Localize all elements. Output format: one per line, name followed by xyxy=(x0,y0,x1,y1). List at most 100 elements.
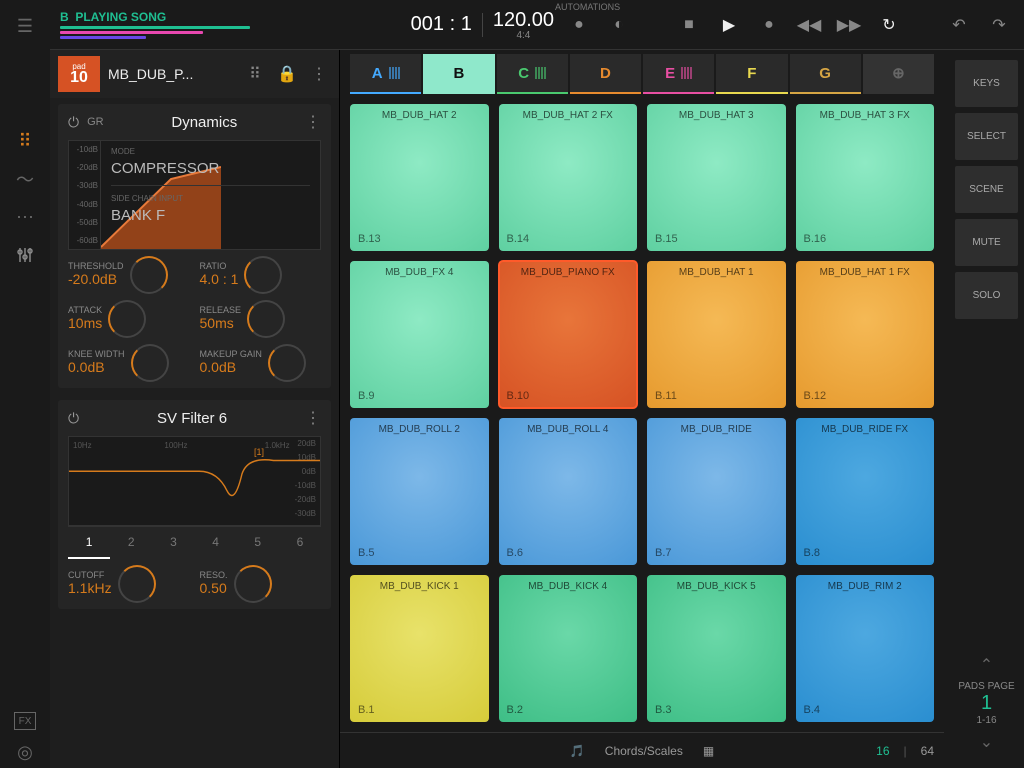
pad-name[interactable]: MB_DUB_P... xyxy=(108,66,235,82)
chords-button[interactable]: Chords/Scales xyxy=(605,744,683,758)
pad-B-11[interactable]: MB_DUB_HAT 1B.11 xyxy=(647,261,786,408)
lock-icon[interactable]: 🔒 xyxy=(275,64,299,84)
attack-knob[interactable] xyxy=(108,300,146,338)
scene-button[interactable]: SCENE xyxy=(955,166,1018,213)
gr-label: GR xyxy=(87,116,104,128)
filter-tab-1[interactable]: 1 xyxy=(68,527,110,559)
threshold-value: -20.0dB xyxy=(68,271,117,287)
pad-B-14[interactable]: MB_DUB_HAT 2 FXB.14 xyxy=(499,104,638,251)
filter-handle-label[interactable]: [1] xyxy=(254,447,264,457)
mode-value[interactable]: COMPRESSOR xyxy=(111,160,310,177)
loop-icon[interactable]: ↻ xyxy=(874,10,904,40)
mixer-icon[interactable] xyxy=(9,239,41,271)
menu-icon[interactable]: ☰ xyxy=(9,10,41,42)
dynamics-module: ⏻ GR Dynamics ⋮ -10dB-20dB-30dB-40dB-50d… xyxy=(58,104,331,388)
pads-view-icon[interactable]: ⠿ xyxy=(9,125,41,157)
fx-icon[interactable]: FX xyxy=(14,712,36,730)
play-icon[interactable]: ▶ xyxy=(714,10,744,40)
add-pattern-button[interactable]: ⊕ xyxy=(863,54,934,94)
settings-icon[interactable]: ◎ xyxy=(9,736,41,768)
automation-toggle-icon[interactable]: ◐ xyxy=(604,10,634,40)
count-active[interactable]: 16 xyxy=(876,744,889,758)
tuning-fork-icon[interactable]: 🎵 xyxy=(570,744,585,758)
pattern-tab-D[interactable]: D xyxy=(570,54,641,94)
pattern-tab-C[interactable]: C xyxy=(497,54,568,94)
pad-B-13[interactable]: MB_DUB_HAT 2B.13 xyxy=(350,104,489,251)
filter-tab-3[interactable]: 3 xyxy=(152,527,194,559)
filter-tab-6[interactable]: 6 xyxy=(279,527,321,559)
dynamics-graph[interactable]: -10dB-20dB-30dB-40dB-50dB-60dB MODE COMP… xyxy=(68,140,321,250)
more-icon[interactable]: ⋮ xyxy=(305,112,321,132)
mode-label: MODE xyxy=(111,147,310,156)
pad-B-12[interactable]: MB_DUB_HAT 1 FXB.12 xyxy=(796,261,935,408)
waveform-icon[interactable]: 〜 xyxy=(9,163,41,195)
record-arm-icon[interactable]: ● xyxy=(564,10,594,40)
keyboard-icon[interactable]: ▦ xyxy=(703,744,714,758)
pad-B-3[interactable]: MB_DUB_KICK 5B.3 xyxy=(647,575,786,722)
filter-graph[interactable]: 10Hz 100Hz 1.0kHz 20dB 10dB 0dB -10dB -2… xyxy=(68,436,321,526)
grid-icon[interactable]: ⠿ xyxy=(243,64,267,84)
dynamics-title: Dynamics xyxy=(112,114,297,131)
threshold-knob[interactable] xyxy=(130,256,168,294)
pattern-tab-B[interactable]: B xyxy=(423,54,494,94)
pad-B-16[interactable]: MB_DUB_HAT 3 FXB.16 xyxy=(796,104,935,251)
filter-tab-4[interactable]: 4 xyxy=(195,527,237,559)
redo-icon[interactable]: ↷ xyxy=(984,10,1014,40)
pad-B-1[interactable]: MB_DUB_KICK 1B.1 xyxy=(350,575,489,722)
pad-B-8[interactable]: MB_DUB_RIDE FXB.8 xyxy=(796,418,935,565)
pattern-tabs: ABCDEFG⊕ xyxy=(340,50,944,94)
count-total[interactable]: 64 xyxy=(921,744,934,758)
pattern-tab-F[interactable]: F xyxy=(716,54,787,94)
forward-icon[interactable]: ▶▶ xyxy=(834,10,864,40)
pad-number-badge[interactable]: pad 10 xyxy=(58,56,100,92)
cutoff-knob[interactable] xyxy=(118,565,156,603)
song-position[interactable]: 001 : 1 xyxy=(411,13,472,36)
left-rail: ☰ ⠿ 〜 ⋯ FX ◎ xyxy=(0,0,50,768)
pads-page-range: 1-16 xyxy=(955,715,1018,726)
pattern-tab-E[interactable]: E xyxy=(643,54,714,94)
sidechain-value[interactable]: BANK F xyxy=(111,207,310,224)
pad-B-15[interactable]: MB_DUB_HAT 3B.15 xyxy=(647,104,786,251)
reso-knob[interactable] xyxy=(234,565,272,603)
pads-page-number: 1 xyxy=(955,692,1018,715)
filter-title: SV Filter 6 xyxy=(87,410,297,427)
pad-B-5[interactable]: MB_DUB_ROLL 2B.5 xyxy=(350,418,489,565)
makeup-knob[interactable] xyxy=(268,344,306,382)
filter-tab-5[interactable]: 5 xyxy=(237,527,279,559)
pad-B-4[interactable]: MB_DUB_RIM 2B.4 xyxy=(796,575,935,722)
undo-icon[interactable]: ↶ xyxy=(944,10,974,40)
pad-B-2[interactable]: MB_DUB_KICK 4B.2 xyxy=(499,575,638,722)
pad-B-7[interactable]: MB_DUB_RIDEB.7 xyxy=(647,418,786,565)
more-icon[interactable]: ⋮ xyxy=(307,64,331,84)
rewind-icon[interactable]: ◀◀ xyxy=(794,10,824,40)
record-icon[interactable]: ● xyxy=(754,10,784,40)
pattern-tab-A[interactable]: A xyxy=(350,54,421,94)
tempo[interactable]: 120.004:4 xyxy=(493,9,554,41)
ratio-knob[interactable] xyxy=(244,256,282,294)
more-icon[interactable]: ⋮ xyxy=(305,408,321,428)
filter-tab-2[interactable]: 2 xyxy=(110,527,152,559)
makeup-value: 0.0dB xyxy=(200,359,237,375)
reso-value: 0.50 xyxy=(200,580,227,596)
release-value: 50ms xyxy=(200,315,234,331)
stop-icon[interactable]: ■ xyxy=(674,10,704,40)
power-icon[interactable]: ⏻ xyxy=(68,410,79,427)
fx-panel: pad 10 MB_DUB_P... ⠿ 🔒 ⋮ ⏻ GR Dynamics ⋮ xyxy=(50,50,340,768)
pad-B-10[interactable]: MB_DUB_PIANO FXB.10 xyxy=(499,261,638,408)
sidechain-label: SIDE CHAIN INPUT xyxy=(111,194,310,203)
mute-button[interactable]: MUTE xyxy=(955,219,1018,266)
pad-B-9[interactable]: MB_DUB_FX 4B.9 xyxy=(350,261,489,408)
keys-button[interactable]: KEYS xyxy=(955,60,1018,107)
knee-knob[interactable] xyxy=(131,344,169,382)
cutoff-value: 1.1kHz xyxy=(68,580,112,596)
solo-button[interactable]: SOLO xyxy=(955,272,1018,319)
power-icon[interactable]: ⏻ xyxy=(68,114,79,131)
pad-B-6[interactable]: MB_DUB_ROLL 4B.6 xyxy=(499,418,638,565)
pattern-tab-G[interactable]: G xyxy=(790,54,861,94)
page-down-icon[interactable]: ⌄ xyxy=(955,726,1018,758)
song-progress xyxy=(60,26,250,39)
sequence-icon[interactable]: ⋯ xyxy=(9,201,41,233)
page-up-icon[interactable]: ⌃ xyxy=(955,649,1018,681)
select-button[interactable]: SELECT xyxy=(955,113,1018,160)
release-knob[interactable] xyxy=(247,300,285,338)
